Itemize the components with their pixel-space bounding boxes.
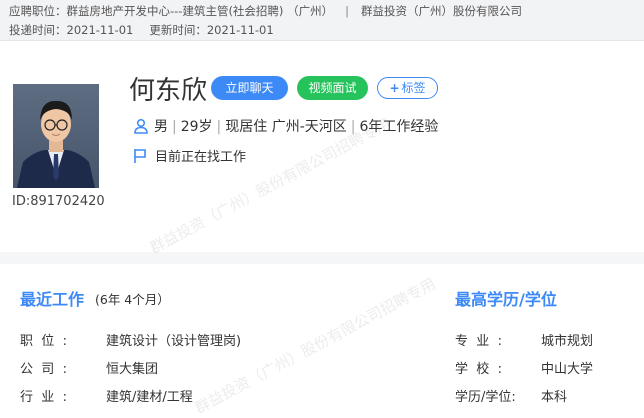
candidate-experience: 6年工作经验 <box>359 119 439 135</box>
deliver-time-label: 投递时间： <box>9 23 67 37</box>
education-title: 最高学历/学位 <box>455 290 557 309</box>
person-icon <box>133 118 149 138</box>
recent-work-title: 最近工作 <box>20 290 85 309</box>
position-value[interactable]: 群益房地产开发中心---建筑主管(社会招聘) （广州） <box>67 4 334 18</box>
company-name[interactable]: 群益投资（广州）股份有限公司 <box>361 4 522 18</box>
add-tag-label: 标签 <box>401 81 426 95</box>
application-time-line: 投递时间：2021-11-01 更新时间：2021-11-01 <box>9 22 274 38</box>
candidate-name: 何东欣 <box>129 76 208 106</box>
recent-work-duration: (6年 4个月） <box>95 292 170 307</box>
job-status: 目前正在找工作 <box>133 146 246 168</box>
section-divider <box>0 252 644 264</box>
candidate-gender: 男 <box>154 119 168 135</box>
update-time: 2021-11-01 <box>206 23 274 37</box>
candidate-basic-info: 男 | 29岁 | 现居住 广州-天河区 | 6年工作经验 <box>133 116 438 138</box>
work-position-value: 建筑设计（设计管理岗) <box>106 334 242 349</box>
position-label: 应聘职位： <box>9 4 67 18</box>
work-industry-value: 建筑/建材/工程 <box>106 390 193 405</box>
update-time-label: 更新时间： <box>149 23 207 37</box>
work-industry-label: 行业: <box>20 390 67 405</box>
work-position-label: 职位: <box>20 334 67 349</box>
edu-degree-label: 学历/学位: <box>455 390 516 405</box>
candidate-id: ID:891702420 <box>12 194 105 209</box>
video-interview-button[interactable]: 视频面试 <box>297 76 368 100</box>
work-company-label: 公司: <box>20 362 67 377</box>
plus-icon: + <box>389 81 400 95</box>
deliver-time: 2021-11-01 <box>66 23 134 37</box>
edu-school-label: 学校: <box>455 362 502 377</box>
candidate-age: 29岁 <box>180 119 213 135</box>
flag-icon <box>133 148 147 168</box>
application-info-bar: 应聘职位：群益房地产开发中心---建筑主管(社会招聘) （广州） | 群益投资（广州… <box>0 0 644 41</box>
candidate-photo <box>13 84 99 188</box>
work-company-value: 恒大集团 <box>106 362 159 377</box>
header-separator: | <box>345 4 349 18</box>
edu-degree-value: 本科 <box>541 390 568 405</box>
job-status-text: 目前正在找工作 <box>155 150 247 165</box>
add-tag-button[interactable]: + 标签 <box>377 77 438 99</box>
application-position-line: 应聘职位：群益房地产开发中心---建筑主管(社会招聘) （广州） | 群益投资（广州… <box>9 3 522 19</box>
edu-major-value: 城市规划 <box>541 334 594 349</box>
edu-school-value: 中山大学 <box>541 362 594 377</box>
edu-major-label: 专业: <box>455 334 502 349</box>
chat-now-button[interactable]: 立即聊天 <box>211 76 288 100</box>
candidate-residence: 现居住 广州-天河区 <box>225 119 347 135</box>
